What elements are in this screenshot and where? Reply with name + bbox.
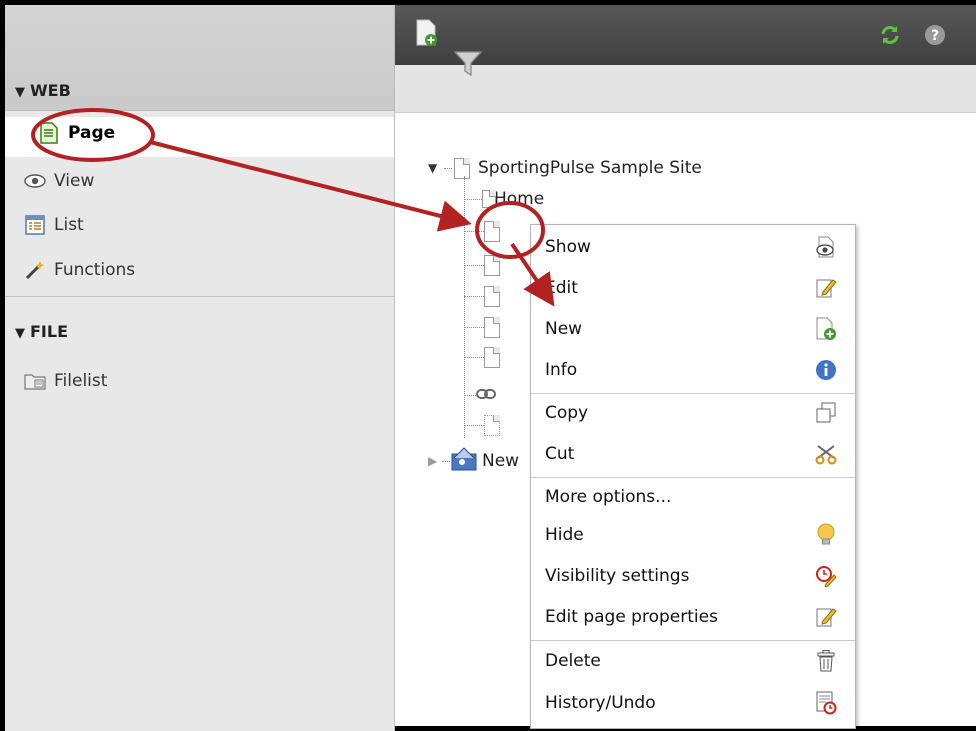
page-icon: [38, 122, 60, 144]
menu-item-label: More options...: [545, 487, 672, 507]
page-icon: [484, 254, 500, 276]
menu-item-hide[interactable]: Hide: [531, 515, 855, 555]
section-file[interactable]: ▼ FILE: [15, 322, 68, 341]
menu-item-show[interactable]: Show: [531, 227, 855, 267]
filter-bar: [395, 51, 976, 113]
edit-icon: [815, 277, 837, 299]
svg-text:?: ?: [931, 28, 939, 44]
lightbulb-icon: [815, 523, 837, 546]
page-icon: [484, 285, 500, 307]
copy-icon: [815, 402, 837, 424]
collapse-triangle-icon: ▼: [15, 85, 25, 100]
menu-item-edit-page-properties[interactable]: Edit page properties: [531, 597, 855, 637]
page-icon: [484, 346, 500, 368]
menu-item-label: Cut: [545, 444, 575, 464]
menu-item-label: Show: [545, 237, 591, 257]
nav-item-label: Functions: [54, 260, 136, 280]
help-icon[interactable]: ?: [923, 23, 947, 51]
site-root-icon: [450, 446, 480, 477]
tree-node-page[interactable]: [464, 283, 500, 309]
nav-item-list[interactable]: List: [24, 210, 84, 240]
tree-node-label: Home: [494, 189, 545, 209]
tree-node-page-hidden[interactable]: [464, 412, 500, 438]
menu-item-label: Delete: [545, 651, 601, 671]
menu-item-label: New: [545, 319, 583, 339]
page-icon: [454, 157, 470, 179]
expand-triangle-icon[interactable]: ▶: [428, 454, 442, 468]
menu-item-label: Hide: [545, 525, 584, 545]
nav-divider: [5, 296, 394, 297]
menu-item-visibility-settings[interactable]: Visibility settings: [531, 556, 855, 596]
menu-item-edit[interactable]: Edit: [531, 268, 855, 308]
filter-icon[interactable]: [453, 49, 483, 83]
section-file-label: FILE: [30, 322, 69, 341]
nav-item-label: Filelist: [54, 371, 108, 391]
tree-node-page[interactable]: [464, 314, 500, 340]
menu-item-label: Copy: [545, 403, 589, 423]
nav-item-filelist[interactable]: Filelist: [24, 366, 107, 396]
link-icon: [476, 385, 496, 405]
collapse-triangle-icon: ▼: [15, 326, 25, 341]
nav-item-functions[interactable]: Functions: [24, 255, 135, 285]
nav-item-label: Page: [68, 123, 116, 143]
menu-item-history-undo[interactable]: History/Undo: [531, 683, 855, 723]
edit-properties-icon: [815, 606, 837, 628]
tree-node-home[interactable]: Home: [464, 186, 544, 212]
menu-item-more-options[interactable]: More options...: [531, 477, 855, 517]
list-icon: [24, 214, 46, 236]
tree-node-root[interactable]: ▼ SportingPulse Sample Site: [428, 155, 702, 181]
context-menu: Show Edit New Info Copy Cut More options…: [530, 224, 856, 729]
expand-triangle-icon[interactable]: ▼: [428, 161, 444, 175]
history-icon: [815, 691, 837, 715]
tree-node-second-root[interactable]: ▶ New: [428, 446, 520, 477]
page-icon: [484, 316, 500, 338]
menu-item-cut[interactable]: Cut: [531, 434, 855, 474]
trash-icon: [815, 650, 837, 672]
magic-wand-icon: [24, 259, 46, 281]
new-page-icon: [815, 317, 837, 340]
nav-item-view[interactable]: View: [24, 166, 94, 196]
nav-item-label: List: [54, 215, 84, 235]
menu-item-delete[interactable]: Delete: [531, 641, 855, 681]
nav-item-label: View: [54, 171, 95, 191]
menu-item-label: Edit page properties: [545, 607, 718, 627]
refresh-icon[interactable]: [879, 23, 901, 51]
filelist-icon: [24, 370, 46, 392]
info-icon: [815, 359, 837, 381]
clock-pencil-icon: [815, 565, 837, 587]
section-web[interactable]: ▼ WEB: [15, 81, 71, 100]
page-icon: [484, 220, 500, 242]
page-icon: [484, 414, 500, 436]
menu-item-label: Info: [545, 360, 578, 380]
menu-item-new[interactable]: New: [531, 309, 855, 349]
menu-item-info[interactable]: Info: [531, 350, 855, 390]
tree-node-page[interactable]: [464, 218, 500, 244]
nav-item-page[interactable]: Page: [38, 118, 115, 148]
menu-item-copy[interactable]: Copy: [531, 393, 855, 433]
menu-item-label: Edit: [545, 278, 578, 298]
eye-icon: [24, 170, 46, 192]
menu-item-label: Visibility settings: [545, 566, 690, 586]
tree-node-link[interactable]: [464, 382, 496, 408]
tree-node-page[interactable]: [464, 344, 500, 370]
show-icon: [815, 236, 837, 258]
new-page-icon[interactable]: [415, 19, 439, 51]
tree-node-label: New: [482, 451, 520, 471]
page-icon: [482, 190, 496, 208]
cut-icon: [815, 443, 837, 465]
section-web-label: WEB: [30, 81, 71, 100]
menu-item-label: History/Undo: [545, 693, 656, 713]
tree-node-label: SportingPulse Sample Site: [478, 158, 702, 178]
tree-node-page[interactable]: [464, 252, 500, 278]
